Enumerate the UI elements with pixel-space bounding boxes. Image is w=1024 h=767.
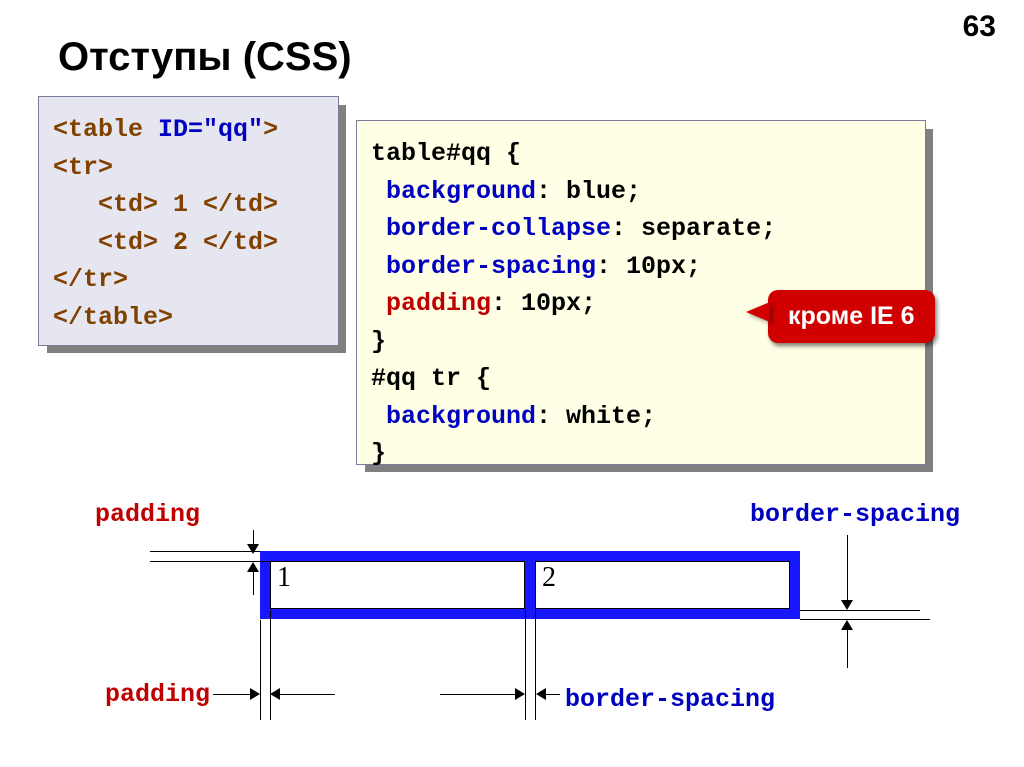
code-text: background: [371, 402, 536, 431]
demo-cell-2: 2: [535, 561, 790, 609]
arrow-right-icon: [515, 688, 525, 700]
code-text: </tr>: [53, 265, 128, 294]
callout-box: кроме IE 6: [768, 290, 935, 343]
arrow-up-icon: [247, 562, 259, 572]
code-text: <tr>: [53, 153, 113, 182]
dim-line: [847, 535, 848, 605]
arrow-right-icon: [250, 688, 260, 700]
code-text: border-spacing: [371, 252, 596, 281]
label-padding-bottom: padding: [105, 680, 210, 709]
code-text: <table: [53, 115, 158, 144]
dim-line: [213, 694, 255, 695]
code-text: : blue;: [536, 177, 641, 206]
dim-line: [270, 610, 271, 720]
code-text: #qq tr {: [371, 364, 491, 393]
code-text: }: [371, 327, 386, 356]
code-text: background: [371, 177, 536, 206]
dim-line: [535, 610, 536, 720]
arrow-left-icon: [270, 688, 280, 700]
code-text: padding: [371, 289, 491, 318]
dim-line: [440, 694, 520, 695]
code-text: table#qq {: [371, 139, 521, 168]
page-number: 63: [963, 10, 996, 44]
label-padding-top: padding: [95, 500, 200, 529]
html-code-box: <table ID="qq"> <tr> <td> 1 </td> <td> 2…: [38, 96, 339, 346]
code-text: <td> 2 </td>: [53, 228, 278, 257]
code-text: border-collapse: [371, 214, 611, 243]
arrow-up-icon: [841, 620, 853, 630]
dim-line: [800, 610, 920, 611]
code-text: <td> 1 </td>: [53, 190, 278, 219]
label-border-spacing-top: border-spacing: [750, 500, 960, 529]
dim-line: [150, 551, 260, 552]
dim-line: [260, 620, 261, 720]
code-text: : 10px;: [491, 289, 596, 318]
dim-line: [800, 619, 930, 620]
dim-line: [525, 610, 526, 720]
code-text: : 10px;: [596, 252, 716, 281]
code-text: : separate;: [611, 214, 776, 243]
code-text: </table>: [53, 303, 173, 332]
table-demo: 1 2: [260, 551, 800, 619]
dim-line: [275, 694, 335, 695]
arrow-left-icon: [536, 688, 546, 700]
code-text: >: [263, 115, 278, 144]
page-title: Отступы (CSS): [58, 35, 352, 80]
code-text: ID="qq": [158, 115, 263, 144]
label-border-spacing-bottom: border-spacing: [565, 685, 775, 714]
demo-cell-1: 1: [270, 561, 525, 609]
arrow-down-icon: [841, 600, 853, 610]
code-text: : white;: [536, 402, 656, 431]
arrow-down-icon: [247, 544, 259, 554]
code-text: }: [371, 439, 386, 468]
